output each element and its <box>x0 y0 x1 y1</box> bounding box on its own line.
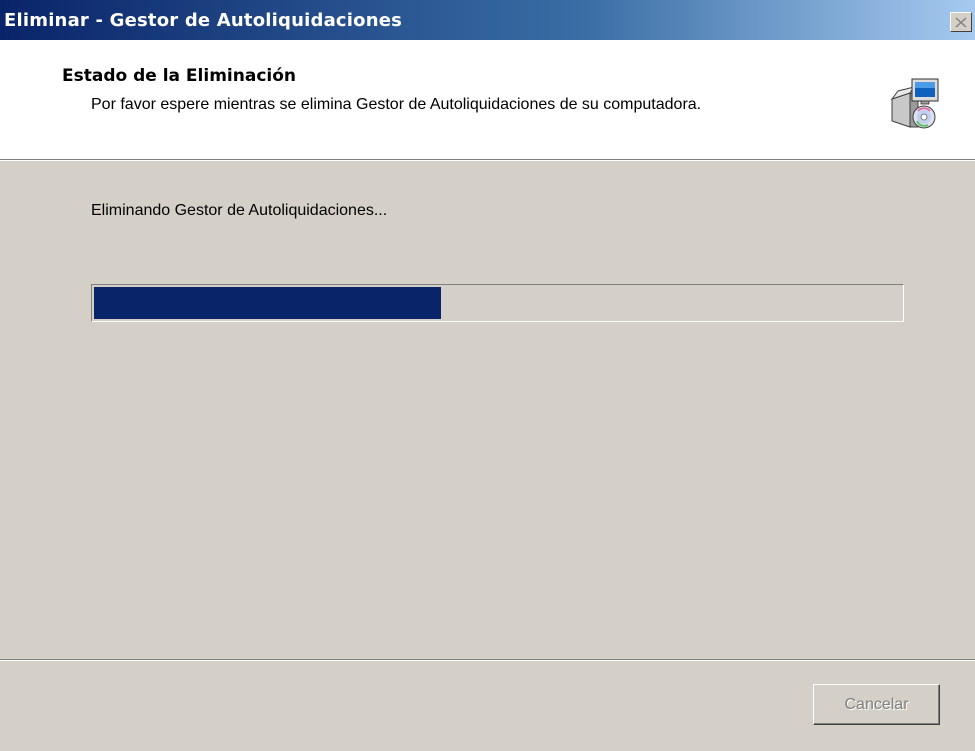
close-button[interactable] <box>950 12 972 32</box>
header-panel: Estado de la Eliminación Por favor esper… <box>0 40 975 160</box>
page-title: Estado de la Eliminación <box>62 66 296 86</box>
progress-fill <box>94 287 441 319</box>
installer-icon <box>888 77 942 131</box>
progress-bar <box>91 284 904 322</box>
footer-divider <box>0 659 975 661</box>
cancel-button[interactable]: Cancelar <box>813 684 940 725</box>
page-description: Por favor espere mientras se elimina Ges… <box>91 96 702 113</box>
close-icon <box>955 16 967 28</box>
window-title: Eliminar - Gestor de Autoliquidaciones <box>4 10 403 31</box>
title-bar[interactable]: Eliminar - Gestor de Autoliquidaciones <box>0 0 975 40</box>
status-text: Eliminando Gestor de Autoliquidaciones..… <box>91 202 388 219</box>
header-divider <box>0 160 975 161</box>
uninstall-dialog: Eliminar - Gestor de Autoliquidaciones E… <box>0 0 975 751</box>
